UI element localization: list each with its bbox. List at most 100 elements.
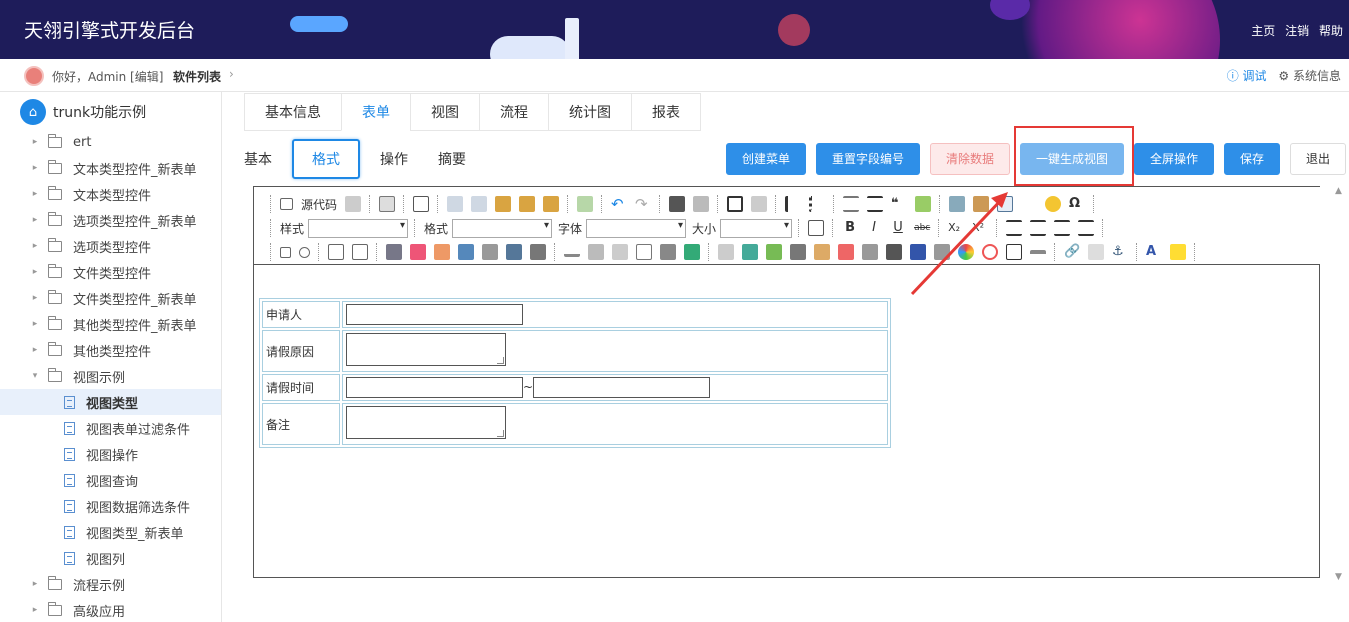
start-time-input[interactable] — [346, 377, 523, 398]
caret-right-icon[interactable]: ▸ — [30, 267, 40, 277]
scroll-up-icon[interactable]: ▲ — [1335, 186, 1342, 196]
layers-icon[interactable] — [742, 244, 758, 260]
page-scrollbar[interactable]: ▲ ▼ — [1330, 186, 1348, 586]
replace-icon[interactable] — [693, 196, 710, 212]
unordered-list-icon[interactable] — [809, 196, 825, 212]
indent-icon[interactable] — [867, 196, 884, 212]
horizontal-rule-icon[interactable] — [1021, 196, 1037, 212]
tree-field-icon[interactable] — [506, 244, 522, 260]
text-color-icon[interactable]: A — [1146, 244, 1162, 260]
save-button[interactable]: 保存 — [1224, 143, 1280, 175]
stamp-icon[interactable] — [982, 244, 998, 260]
superscript-icon[interactable]: X² — [972, 220, 988, 236]
color-wheel-icon[interactable] — [958, 244, 974, 260]
caret-right-icon[interactable]: ▸ — [30, 241, 40, 251]
align-justify-icon[interactable] — [1078, 220, 1095, 236]
caret-right-icon[interactable]: ▸ — [30, 189, 40, 199]
user-field-icon[interactable] — [482, 244, 498, 260]
qrcode-icon[interactable] — [886, 244, 902, 260]
sidebar-item[interactable]: 视图数据筛选条件 — [0, 493, 221, 519]
tab-view[interactable]: 视图 — [410, 93, 479, 131]
tab-form[interactable]: 表单 — [341, 93, 410, 131]
camera-icon[interactable] — [790, 244, 806, 260]
sidebar-item[interactable]: ▸ 其他类型控件 — [0, 337, 221, 363]
caret-right-icon[interactable]: ▸ — [30, 579, 40, 589]
anchor-icon[interactable]: ⚓ — [1112, 244, 1128, 260]
caret-right-icon[interactable]: ▸ — [30, 215, 40, 225]
caret-right-icon[interactable]: ▸ — [30, 137, 40, 147]
subtab-basic[interactable]: 基本 — [244, 149, 272, 169]
map-field-icon[interactable] — [660, 244, 676, 260]
sidebar-item[interactable]: ▸ 选项类型控件_新表单 — [0, 207, 221, 233]
template-icon[interactable] — [413, 196, 430, 212]
sidebar-item[interactable]: ▸ 流程示例 — [0, 571, 221, 597]
preview-icon[interactable] — [379, 196, 396, 212]
sidebar-item[interactable]: 视图表单过滤条件 — [0, 415, 221, 441]
help-link[interactable]: 帮助 — [1319, 24, 1343, 38]
eraser-icon[interactable] — [751, 196, 768, 212]
sidebar-item[interactable]: ▸ ert — [0, 129, 221, 155]
location-icon[interactable] — [838, 244, 854, 260]
system-info-link[interactable]: ⚙ 系统信息 — [1278, 69, 1341, 83]
style-select[interactable] — [308, 218, 409, 238]
checkbox-field-icon[interactable] — [280, 246, 291, 258]
clear-data-button[interactable]: 清除数据 — [930, 143, 1010, 175]
home-link[interactable]: 主页 — [1251, 24, 1275, 38]
copy-format-icon[interactable] — [345, 196, 362, 212]
end-time-input[interactable] — [533, 377, 711, 398]
div-icon[interactable] — [915, 196, 932, 212]
select-field-icon[interactable] — [434, 244, 450, 260]
sidebar-item[interactable]: 视图操作 — [0, 441, 221, 467]
greeting-text[interactable]: 你好，Admin [编辑] — [52, 68, 163, 85]
line-icon[interactable] — [564, 248, 580, 257]
cut-icon[interactable] — [447, 196, 464, 212]
department-field-icon[interactable] — [458, 244, 474, 260]
attach-icon[interactable] — [588, 244, 604, 260]
sidebar-item[interactable]: ▸ 文件类型控件 — [0, 259, 221, 285]
blockquote-icon[interactable]: ❝ — [891, 196, 907, 212]
word-icon[interactable] — [910, 244, 926, 260]
tab-basic-info[interactable]: 基本信息 — [244, 93, 341, 131]
caret-right-icon[interactable]: ▸ — [30, 605, 40, 615]
subscript-icon[interactable]: X₂ — [948, 220, 964, 236]
caret-right-icon[interactable]: ▸ — [30, 319, 40, 329]
bg-color-icon[interactable] — [1170, 244, 1186, 260]
create-menu-button[interactable]: 创建菜单 — [726, 143, 806, 175]
applicant-input[interactable] — [346, 304, 523, 325]
format-select[interactable] — [452, 218, 553, 238]
sidebar-item[interactable]: ▸ 选项类型控件 — [0, 233, 221, 259]
copy-icon[interactable] — [471, 196, 488, 212]
reset-field-number-button[interactable]: 重置字段编号 — [816, 143, 920, 175]
debug-link[interactable]: ⓘ 调试 — [1227, 69, 1267, 83]
italic-icon[interactable]: I — [866, 220, 882, 236]
ordered-list-icon[interactable] — [785, 196, 801, 212]
underline-icon[interactable]: U — [890, 220, 906, 236]
sidebar-item[interactable]: 视图类型_新表单 — [0, 519, 221, 545]
undo-icon[interactable]: ↶ — [611, 196, 627, 212]
spellcheck-icon[interactable] — [577, 196, 594, 212]
caret-right-icon[interactable]: ▸ — [30, 293, 40, 303]
align-left-icon[interactable] — [1006, 220, 1023, 236]
date-field-icon[interactable] — [410, 244, 426, 260]
textarea-field-icon[interactable] — [352, 244, 368, 260]
unlink-icon[interactable] — [1088, 244, 1104, 260]
calendar-field-icon[interactable] — [934, 244, 950, 260]
smiley-icon[interactable] — [1045, 196, 1062, 212]
caret-down-icon[interactable]: ▾ — [30, 371, 40, 381]
avatar[interactable] — [24, 66, 44, 86]
sidebar-item[interactable]: ▸ 文件类型控件_新表单 — [0, 285, 221, 311]
picture-icon[interactable] — [766, 244, 782, 260]
select-all-icon[interactable] — [727, 196, 744, 212]
textfield-icon[interactable] — [328, 244, 344, 260]
sidebar-item[interactable]: ▸ 文本类型控件 — [0, 181, 221, 207]
code-icon[interactable] — [636, 244, 652, 260]
flash-icon[interactable] — [973, 196, 990, 212]
dash-icon[interactable] — [1030, 250, 1046, 260]
subtab-summary[interactable]: 摘要 — [438, 149, 466, 169]
number-field-icon[interactable] — [1006, 244, 1022, 260]
reason-textarea[interactable] — [346, 333, 506, 366]
fullscreen-button[interactable]: 全屏操作 — [1134, 143, 1214, 175]
upload-icon[interactable] — [612, 244, 628, 260]
logout-link[interactable]: 注销 — [1285, 24, 1309, 38]
paste-icon[interactable] — [495, 196, 512, 212]
